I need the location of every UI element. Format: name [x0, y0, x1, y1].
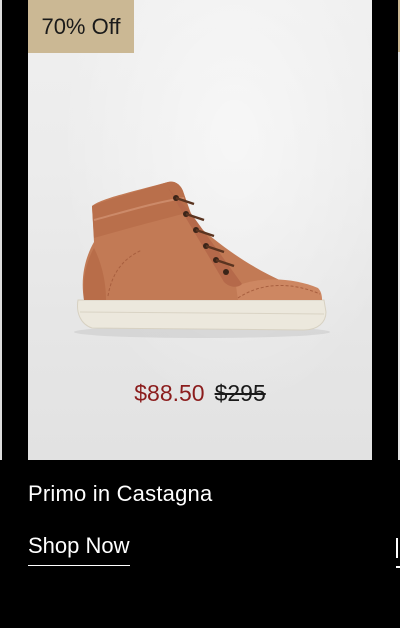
- sale-price: $88.50: [134, 380, 205, 406]
- product-title: Primo in Castagna: [28, 481, 213, 506]
- previous-card-peek[interactable]: [0, 0, 2, 460]
- price-row: $88.50 $295: [28, 380, 372, 407]
- next-card-link-peek[interactable]: [396, 536, 400, 560]
- product-image-area[interactable]: 70% Off $88.50 $295: [28, 0, 372, 460]
- shop-now-link[interactable]: Shop Now: [28, 533, 130, 566]
- product-carousel: 70% Off $88.50 $295 Primo in Castagna Sh…: [0, 0, 400, 628]
- discount-badge: 70% Off: [28, 0, 134, 53]
- product-card: 70% Off $88.50 $295 Primo in Castagna Sh…: [28, 0, 372, 628]
- product-image: [74, 181, 330, 338]
- original-price: $295: [214, 380, 266, 406]
- next-card-link-underline: [396, 566, 400, 568]
